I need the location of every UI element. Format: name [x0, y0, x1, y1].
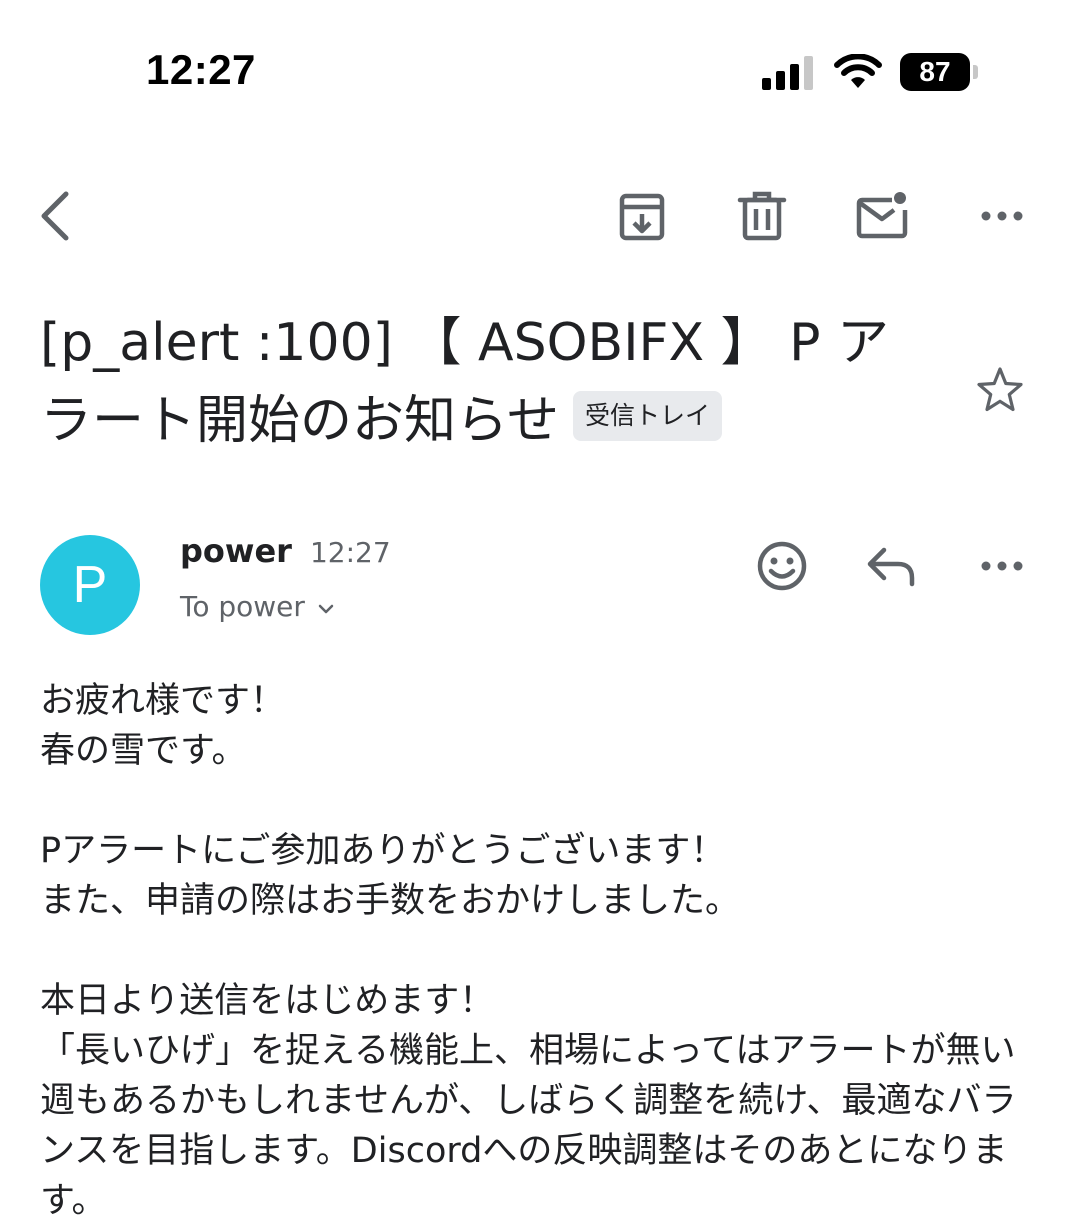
mark-unread-icon[interactable]	[854, 188, 910, 244]
body-line: 春の雪です。	[40, 731, 247, 771]
body-line: 「長いひげ」を捉える機能上、相場によってはアラートが無い週もあるかもしれませんが…	[40, 1031, 1017, 1221]
chevron-down-icon	[318, 604, 334, 613]
subject-text: [p_alert :100] 【 ASOBIFX 】 P アラート開始のお知らせ	[40, 313, 890, 451]
battery-indicator: 87	[900, 53, 980, 91]
body-blank-line	[40, 776, 1030, 826]
sent-time: 12:27	[309, 536, 391, 569]
sender-line: power 12:27	[180, 532, 391, 570]
battery-tip	[973, 65, 978, 79]
sender-avatar[interactable]: P	[40, 535, 140, 635]
email-subject: [p_alert :100] 【 ASOBIFX 】 P アラート開始のお知らせ…	[40, 304, 940, 460]
cellular-signal-icon	[762, 56, 813, 90]
body-line: 本日より送信をはじめます！	[40, 981, 495, 1021]
wifi-icon	[834, 54, 882, 88]
reply-icon[interactable]	[864, 538, 920, 594]
archive-icon[interactable]	[614, 188, 670, 244]
sender-name: power	[180, 532, 292, 570]
email-body: お疲れ様です！ 春の雪です。 Pアラートにご参加ありがとうございます！ また、申…	[40, 676, 1030, 1226]
trash-icon[interactable]	[734, 188, 790, 244]
body-line: また、申請の際はお手数をおかけしました。	[40, 881, 741, 921]
inbox-label-chip[interactable]: 受信トレイ	[572, 391, 722, 441]
body-blank-line	[40, 926, 1030, 976]
more-icon[interactable]	[974, 188, 1030, 244]
status-time: 12:27	[146, 46, 256, 93]
recipient-details-toggle[interactable]: To power	[180, 590, 337, 623]
star-icon[interactable]	[973, 364, 1027, 418]
body-line: Pアラートにご参加ありがとうございます！	[40, 831, 726, 871]
body-line: お疲れ様です！	[40, 681, 286, 721]
emoji-reaction-icon[interactable]	[754, 538, 810, 594]
battery-level: 87	[900, 53, 970, 91]
back-icon[interactable]	[28, 188, 84, 244]
message-more-icon[interactable]	[974, 538, 1030, 594]
recipient-text: To power	[180, 590, 305, 623]
